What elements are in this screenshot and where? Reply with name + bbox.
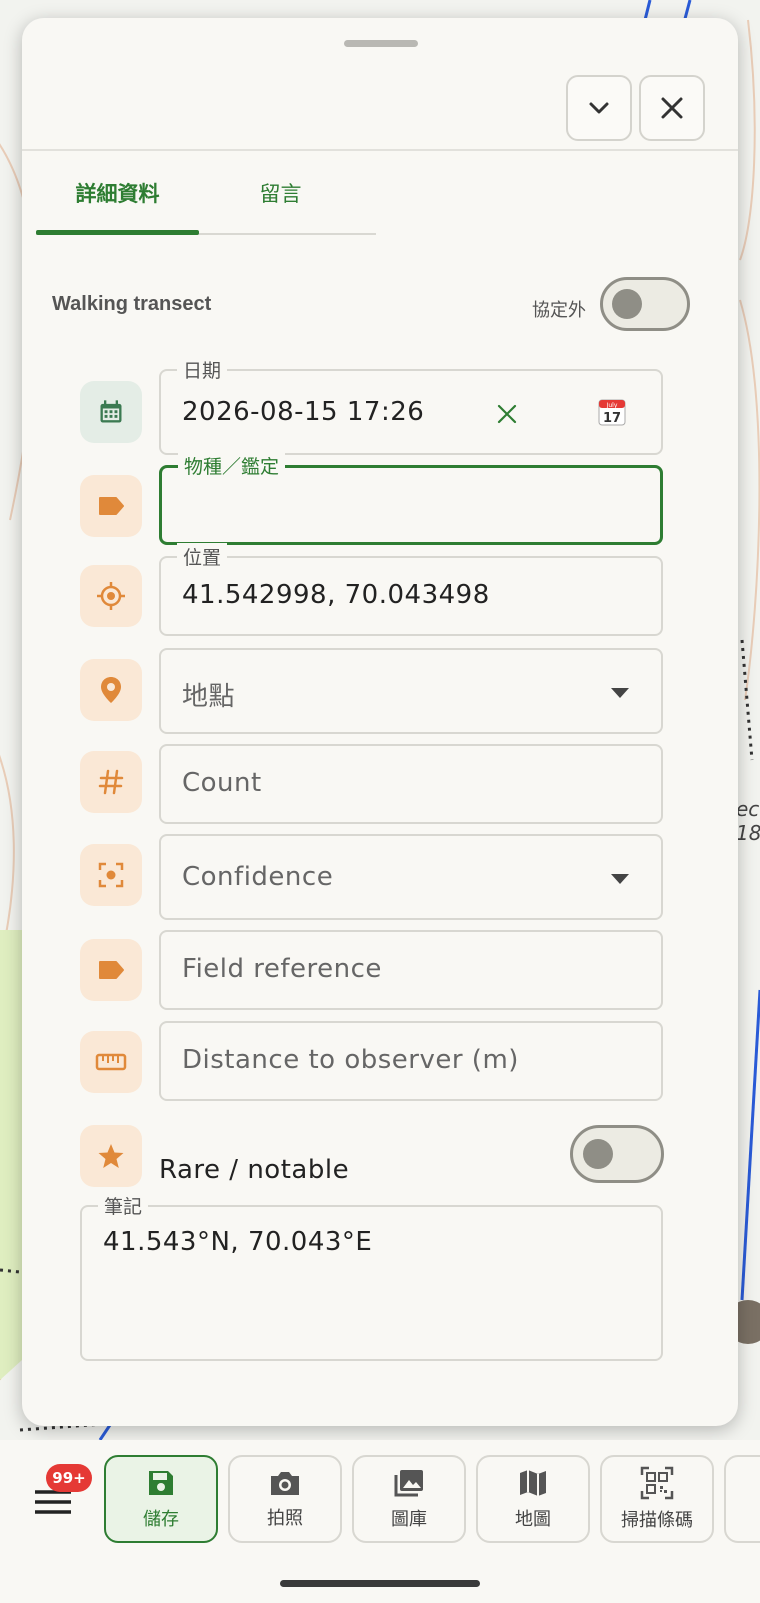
gps-target-icon	[97, 582, 125, 610]
rare-notable-label: Rare / notable	[159, 1155, 350, 1185]
collapse-button[interactable]	[566, 75, 632, 141]
label-tag-icon	[99, 961, 124, 979]
map-button-label: 地圖	[515, 1509, 551, 1530]
header-divider	[22, 149, 738, 151]
notes-value: 41.543°N, 70.043°E	[103, 1227, 373, 1257]
off-protocol-toggle[interactable]	[600, 277, 690, 331]
save-icon	[149, 1471, 173, 1495]
confidence-dropdown-placeholder: Confidence	[182, 862, 334, 892]
distance-field-icon-tile	[80, 1031, 142, 1093]
date-picker-icon[interactable]: July 17	[597, 397, 627, 427]
notification-badge: 99+	[46, 1464, 92, 1492]
gallery-button[interactable]: 圖庫	[352, 1455, 466, 1543]
position-field-value: 41.542998, 70.043498	[182, 580, 490, 610]
distance-input[interactable]: Distance to observer (m)	[159, 1021, 663, 1101]
map-button[interactable]: 地圖	[476, 1455, 590, 1543]
rare-field-icon-tile	[80, 1125, 142, 1187]
date-picker-month: July	[606, 402, 618, 409]
dropdown-arrow-icon	[611, 688, 629, 698]
site-field-icon-tile	[80, 659, 142, 721]
camera-icon	[271, 1472, 299, 1495]
species-field-icon-tile	[80, 475, 142, 537]
ruler-icon	[95, 1053, 127, 1071]
menu-button[interactable]	[33, 1487, 73, 1521]
field-reference-icon-tile	[80, 939, 142, 1001]
toggle-knob	[612, 289, 642, 319]
species-field-legend: 物種／鑑定	[178, 452, 286, 479]
calendar-icon	[100, 400, 122, 423]
svg-text:ec: ec	[736, 797, 759, 821]
rare-notable-toggle[interactable]	[570, 1125, 664, 1183]
observation-sheet: 詳細資料 留言 Walking transect 協定外 日期 2026-08-…	[22, 18, 738, 1426]
tab-comments-label: 留言	[259, 182, 302, 206]
focus-frame-icon	[98, 862, 124, 888]
field-reference-input[interactable]: Field reference	[159, 930, 663, 1010]
bottom-toolbar: 99+ 儲存 拍照 圖庫 地圖 掃描條碼	[0, 1440, 760, 1603]
home-indicator[interactable]	[280, 1580, 480, 1587]
gallery-icon	[394, 1470, 423, 1497]
hash-icon	[98, 769, 124, 795]
position-field[interactable]: 位置 41.542998, 70.043498	[159, 543, 663, 636]
field-reference-placeholder: Field reference	[182, 954, 382, 984]
save-button[interactable]: 儲存	[104, 1455, 218, 1543]
date-field-value: 2026-08-15 17:26	[182, 397, 425, 427]
location-pin-icon	[101, 677, 121, 703]
chevron-down-icon	[589, 102, 609, 114]
scan-barcode-button[interactable]: 掃描條碼	[600, 1455, 714, 1543]
site-dropdown-placeholder: 地點	[182, 682, 236, 712]
camera-button-label: 拍照	[267, 1508, 303, 1529]
date-field-icon-tile	[80, 381, 142, 443]
close-icon	[661, 97, 683, 119]
map-icon	[520, 1470, 546, 1496]
site-dropdown[interactable]: 地點	[159, 648, 663, 734]
survey-name: Walking transect	[52, 293, 212, 315]
camera-button[interactable]: 拍照	[228, 1455, 342, 1543]
position-field-icon-tile	[80, 565, 142, 627]
date-picker-day: 17	[603, 411, 621, 426]
tab-details-label: 詳細資料	[75, 182, 160, 206]
off-protocol-label: 協定外	[532, 300, 586, 321]
more-tools-button-partial[interactable]	[724, 1455, 760, 1543]
distance-input-placeholder: Distance to observer (m)	[182, 1045, 519, 1075]
date-field[interactable]: 日期 2026-08-15 17:26 July 17	[159, 356, 663, 455]
confidence-dropdown[interactable]: Confidence	[159, 834, 663, 920]
close-button[interactable]	[639, 75, 705, 141]
species-field[interactable]: 物種／鑑定	[159, 452, 663, 545]
notes-legend: 筆記	[98, 1192, 149, 1219]
dropdown-arrow-icon	[611, 874, 629, 884]
scan-barcode-button-label: 掃描條碼	[621, 1510, 693, 1531]
label-tag-icon	[99, 497, 124, 515]
count-field[interactable]: Count	[159, 744, 663, 824]
tab-details[interactable]: 詳細資料	[36, 178, 199, 238]
toggle-knob	[583, 1139, 613, 1169]
clear-date-icon[interactable]	[496, 403, 518, 425]
svg-text:18: 18	[736, 821, 760, 845]
count-field-icon-tile	[80, 751, 142, 813]
save-button-label: 儲存	[143, 1509, 179, 1530]
drag-handle[interactable]	[344, 40, 418, 47]
count-field-placeholder: Count	[182, 768, 262, 798]
confidence-field-icon-tile	[80, 844, 142, 906]
notes-textarea[interactable]: 筆記 41.543°N, 70.043°E	[80, 1192, 663, 1361]
date-field-legend: 日期	[177, 356, 228, 383]
position-field-legend: 位置	[177, 543, 228, 570]
qr-scan-icon	[640, 1466, 674, 1500]
gallery-button-label: 圖庫	[391, 1509, 427, 1530]
tab-comments[interactable]: 留言	[199, 178, 362, 238]
star-icon	[98, 1144, 124, 1168]
tab-active-indicator	[36, 230, 199, 235]
